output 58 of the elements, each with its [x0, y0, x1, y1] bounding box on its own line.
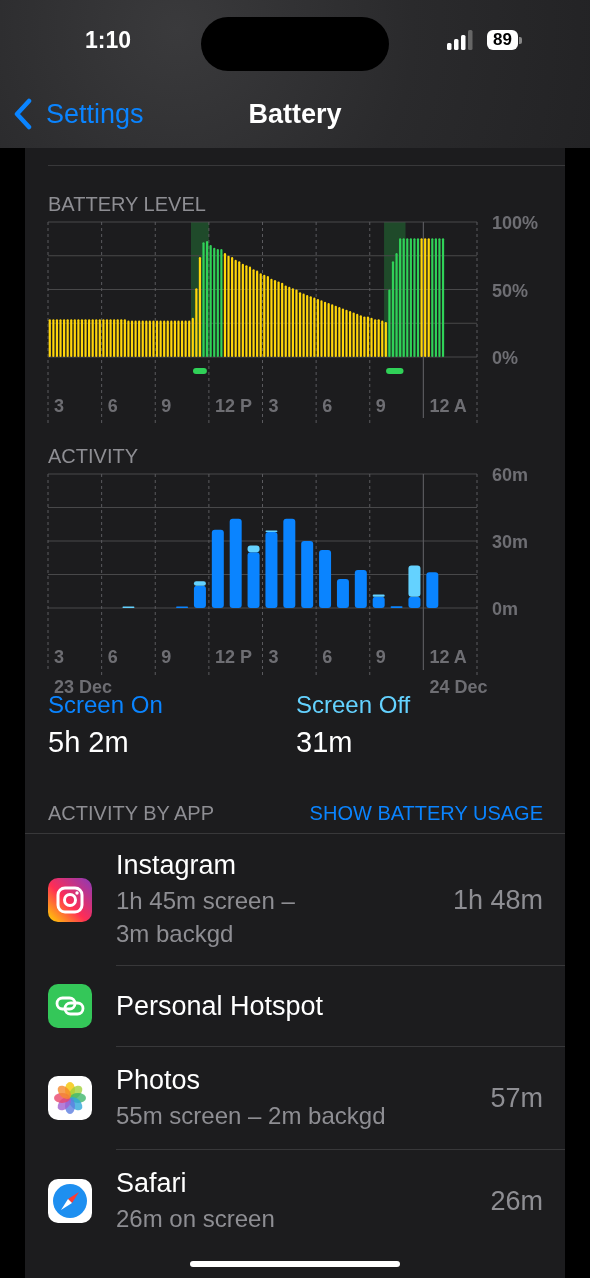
- axis-label: 0m: [492, 599, 518, 619]
- chart-bar: [426, 572, 439, 608]
- compass-icon: [48, 1178, 92, 1223]
- axis-label: 30m: [492, 532, 529, 552]
- app-usage-value: 26m: [490, 1185, 543, 1217]
- screen-time-label: Screen Off: [296, 691, 411, 719]
- axis-label: 9: [375, 647, 386, 667]
- signal-icon: [447, 30, 474, 50]
- app-name: Personal Hotspot: [116, 990, 324, 1022]
- axis-label: 3: [54, 396, 64, 416]
- axis-label: 3: [268, 396, 279, 416]
- axis-label: 12 A: [429, 396, 467, 416]
- show-usage-link[interactable]: SHOW BATTERY USAGE: [309, 801, 543, 825]
- date-label: 24 Dec: [429, 677, 488, 697]
- axis-label: 3: [54, 647, 64, 667]
- app-detail: 1h 45m screen – 3m backgd: [116, 886, 295, 949]
- back-button[interactable]: Settings: [12, 98, 144, 130]
- section-title: ACTIVITY BY APP: [48, 801, 214, 825]
- camera-app-icon: [48, 877, 92, 922]
- chart-bar: [301, 541, 314, 608]
- flower-icon: [48, 1075, 92, 1120]
- battery-indicator: 89: [487, 30, 522, 50]
- link-icon: [48, 983, 92, 1028]
- axis-label: 6: [322, 647, 333, 667]
- axis-label: 6: [107, 396, 118, 416]
- axis-label: 3: [268, 647, 279, 667]
- axis-label: 12 P: [214, 647, 252, 667]
- app-name: Safari: [116, 1167, 187, 1199]
- axis-label: 12 P: [214, 396, 252, 416]
- page-title: Battery: [248, 98, 342, 130]
- axis-label: 50%: [492, 280, 529, 301]
- axis-label: 9: [161, 396, 172, 416]
- axis-label: 6: [107, 647, 118, 667]
- chart-bar: [319, 549, 332, 608]
- date-label: 23 Dec: [54, 677, 113, 697]
- chevron-left-icon: [12, 98, 34, 130]
- axis-label: 12 A: [429, 647, 467, 667]
- app-usage-value: 57m: [490, 1082, 543, 1114]
- axis-label: 9: [375, 396, 386, 416]
- axis-label: 9: [161, 647, 172, 667]
- app-usage-value: 1h 48m: [452, 883, 543, 916]
- section-title: BATTERY LEVEL: [48, 192, 207, 216]
- app-detail: 26m on screen: [116, 1204, 275, 1234]
- axis-label: 6: [322, 396, 333, 416]
- app-detail: 55m screen – 2m backgd: [116, 1101, 386, 1131]
- chart-bar: [336, 578, 349, 608]
- status-time: 1:10: [83, 26, 132, 54]
- axis-label: 0%: [492, 348, 518, 368]
- screen-time-value: 5h 2m: [48, 725, 129, 759]
- axis-label: 100%: [492, 213, 539, 233]
- section-title: ACTIVITY: [48, 444, 139, 468]
- app-name: Photos: [116, 1064, 201, 1096]
- app-name: Instagram: [116, 849, 237, 881]
- axis-label: 60m: [492, 465, 529, 485]
- charging-marker: [193, 368, 207, 374]
- charging-marker: [386, 368, 404, 374]
- chart-bar: [354, 570, 367, 608]
- screen-time-value: 31m: [296, 725, 353, 759]
